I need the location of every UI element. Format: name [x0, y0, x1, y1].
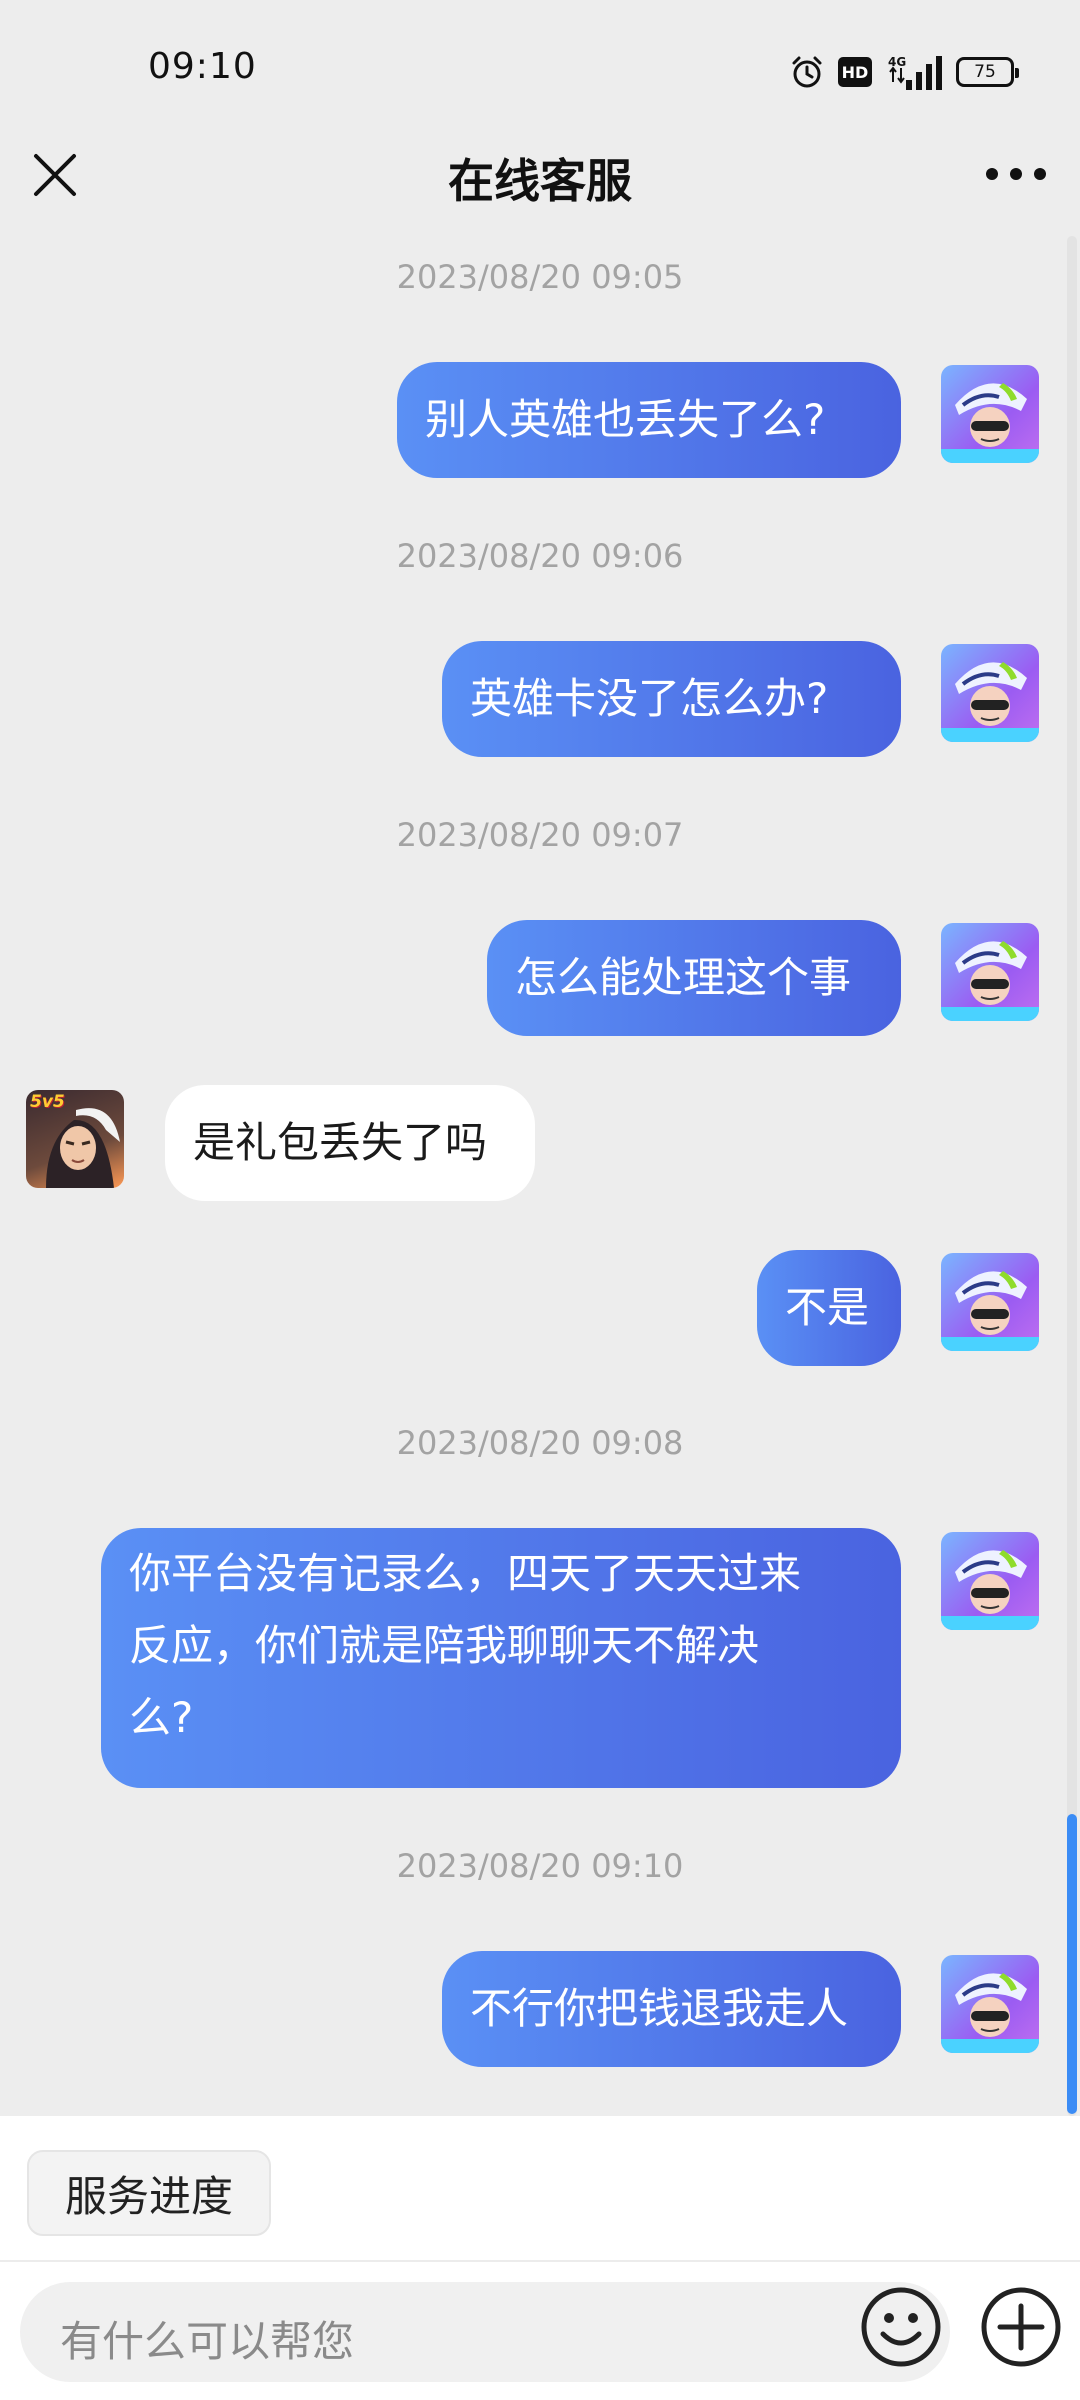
chat-list[interactable]	[0, 236, 1080, 2116]
incoming-message-bubble[interactable]: 是礼包丢失了吗	[165, 1085, 535, 1201]
user-avatar-art	[941, 1973, 1039, 2053]
message-line: 反应，你们就是陪我聊聊天不解决	[129, 1621, 760, 1670]
game-badge: 5v5	[30, 1092, 65, 1112]
status-time: 09:10	[148, 46, 257, 87]
outgoing-message-bubble[interactable]: 你平台没有记录么，四天了天天过来 反应，你们就是陪我聊聊天不解决 么?	[101, 1528, 901, 1788]
message-timestamp: 2023/08/20 09:07	[396, 816, 684, 854]
chat-scrollbar[interactable]	[1067, 236, 1077, 2116]
user-avatar-art	[941, 1271, 1039, 1351]
user-avatar-art	[941, 383, 1039, 463]
emoji-icon[interactable]	[858, 2284, 944, 2370]
more-icon[interactable]	[986, 154, 1046, 194]
input-placeholder: 有什么可以帮您	[60, 2317, 355, 2366]
outgoing-message-bubble[interactable]: 别人英雄也丢失了么?	[397, 362, 901, 478]
user-avatar[interactable]	[941, 644, 1039, 742]
outgoing-message-bubble[interactable]: 英雄卡没了怎么办?	[442, 641, 901, 757]
svg-text:4G: 4G	[888, 55, 906, 69]
user-avatar-art	[941, 941, 1039, 1021]
signal-icon: 4G	[888, 55, 942, 90]
user-avatar[interactable]	[941, 1253, 1039, 1351]
user-avatar-art	[941, 1550, 1039, 1630]
user-avatar[interactable]	[941, 1955, 1039, 2053]
message-timestamp: 2023/08/20 09:05	[396, 258, 684, 296]
user-avatar[interactable]	[941, 1532, 1039, 1630]
user-avatar[interactable]	[941, 923, 1039, 1021]
more-dot	[1034, 168, 1046, 180]
hd-icon: HD	[838, 57, 872, 87]
outgoing-message-bubble[interactable]: 不行你把钱退我走人	[442, 1951, 901, 2067]
message-input[interactable]: 有什么可以帮您	[20, 2282, 950, 2382]
message-line: 么?	[129, 1693, 194, 1742]
divider	[0, 2260, 1080, 2262]
service-progress-button[interactable]: 服务进度	[27, 2150, 271, 2236]
plus-icon[interactable]	[978, 2284, 1064, 2370]
page-title: 在线客服	[448, 154, 632, 208]
alarm-icon	[792, 56, 822, 88]
status-icons: HD 4G 75	[790, 52, 1019, 92]
bottom-panel: 服务进度 有什么可以帮您	[0, 2116, 1080, 2400]
message-timestamp: 2023/08/20 09:06	[396, 537, 684, 575]
outgoing-message-bubble[interactable]: 不是	[757, 1250, 901, 1366]
outgoing-message-bubble[interactable]: 怎么能处理这个事	[487, 920, 901, 1036]
chat-screen: 09:10 HD 4G 75 在线客服 2023/08/20 09:05 别人英…	[0, 0, 1080, 2400]
nav-bar: 在线客服	[0, 140, 1080, 236]
message-timestamp: 2023/08/20 09:10	[396, 1847, 684, 1885]
user-avatar-art	[941, 662, 1039, 742]
battery-icon: 75	[956, 57, 1019, 87]
status-bar: 09:10 HD 4G 75	[0, 0, 1080, 140]
user-avatar[interactable]	[941, 365, 1039, 463]
more-dot	[986, 168, 998, 180]
message-timestamp: 2023/08/20 09:08	[396, 1424, 684, 1462]
support-avatar[interactable]: 5v5	[26, 1090, 124, 1188]
more-dot	[1010, 168, 1022, 180]
message-line: 你平台没有记录么，四天了天天过来	[129, 1549, 802, 1598]
